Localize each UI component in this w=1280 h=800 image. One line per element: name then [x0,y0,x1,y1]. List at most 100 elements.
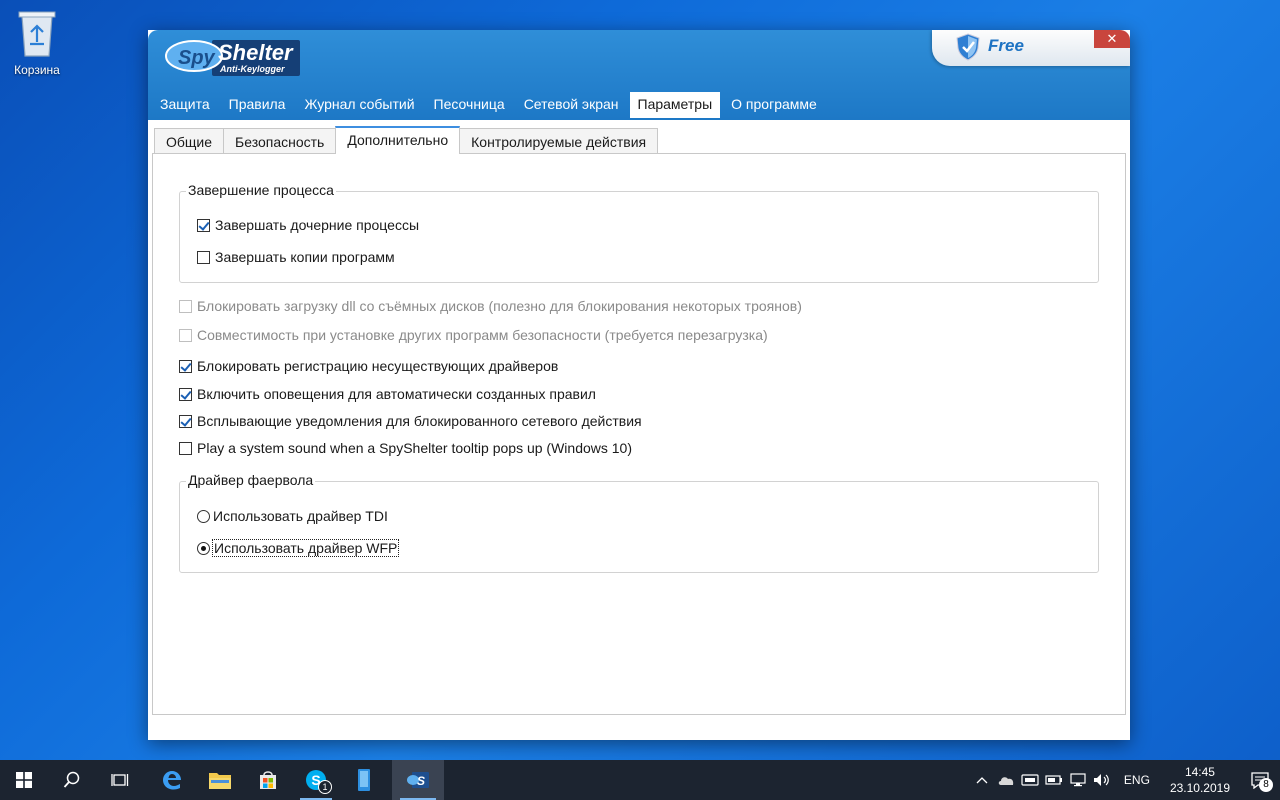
clock-time: 14:45 [1184,765,1215,779]
taskbar: S 1 S ENG 14:45 23.10.2019 8 [0,760,1280,800]
notification-count-badge: 8 [1259,778,1273,792]
svg-text:Shelter: Shelter [218,40,294,65]
taskbar-edge[interactable] [148,760,196,800]
block-nonexistent-drivers-checkbox[interactable] [179,359,192,373]
spyshelter-window: Spy Shelter Anti-Keylogger Free ✕ Защита… [148,30,1130,740]
status-strip [148,718,1130,740]
security-compat-checkbox [179,328,192,342]
clock[interactable]: 14:45 23.10.2019 [1160,764,1240,796]
tooltip-sound-label: Play a system sound when a SpyShelter to… [197,440,633,456]
tray-app[interactable] [1018,760,1042,800]
terminate-program-copies-label: Завершать копии программ [215,249,395,265]
edition-label: Free [988,36,1024,55]
tab-advanced[interactable]: Дополнительно [335,126,461,154]
store-icon [260,771,276,789]
taskbar-store[interactable] [244,760,292,800]
menu-about[interactable]: О программе [723,92,825,118]
firewall-driver-title: Драйвер фаервола [186,472,316,488]
tray-onedrive[interactable] [994,760,1018,800]
edge-icon [163,771,181,790]
block-dll-removable-option: Блокировать загрузку dll со съёмных диск… [179,298,802,314]
auto-rule-alerts-label: Включить оповещения для автоматически со… [197,386,596,402]
block-nonexistent-drivers-option[interactable]: Блокировать регистрацию несуществующих д… [179,358,558,374]
taskbar-spyshelter[interactable]: S [392,760,444,800]
window-header[interactable]: Spy Shelter Anti-Keylogger Free ✕ Защита… [148,30,1130,120]
shield-icon [956,33,980,61]
taskbar-phone-app[interactable] [340,760,388,800]
close-button[interactable]: ✕ [1094,30,1130,48]
tray-network[interactable] [1066,760,1090,800]
terminate-program-copies-option[interactable]: Завершать копии программ [197,249,395,265]
network-icon [1070,773,1086,787]
cloud-icon [998,777,1014,785]
tdi-driver-option[interactable]: Использовать драйвер TDI [197,508,388,524]
windows-icon [16,772,32,788]
tray-app-icon [1021,774,1039,786]
battery-icon [1045,775,1062,785]
wfp-driver-option[interactable]: Использовать драйвер WFP [197,539,400,557]
system-tray: ENG 14:45 23.10.2019 8 [970,760,1280,800]
spyshelter-taskbar-icon: S [407,772,429,788]
terminate-program-copies-checkbox[interactable] [197,250,210,264]
terminate-child-processes-checkbox[interactable] [197,218,210,232]
start-button[interactable] [0,760,48,800]
menu-rules[interactable]: Правила [221,92,294,118]
clock-date: 23.10.2019 [1169,781,1230,795]
security-compat-option: Совместимость при установке других прогр… [179,327,768,343]
action-center-button[interactable]: 8 [1240,760,1280,800]
settings-body: Общие Безопасность Дополнительно Контрол… [148,120,1130,740]
settings-tabs: Общие Безопасность Дополнительно Контрол… [154,126,659,154]
menu-settings[interactable]: Параметры [629,92,721,118]
svg-text:Anti-Keylogger: Anti-Keylogger [219,64,285,74]
recycle-bin-icon [18,11,56,57]
network-block-popups-label: Всплывающие уведомления для блокированно… [197,413,642,429]
svg-text:Spy: Spy [178,47,216,69]
phone-app-icon [358,769,370,791]
tab-security[interactable]: Безопасность [223,128,337,154]
process-termination-title: Завершение процесса [186,182,336,198]
wfp-driver-label: Использовать драйвер WFP [211,539,400,557]
recycle-bin-label: Корзина [14,63,60,77]
skype-badge: 1 [318,780,332,794]
security-compat-label: Совместимость при установке других прогр… [197,327,768,343]
chevron-up-icon [976,777,988,784]
menu-event-log[interactable]: Журнал событий [296,92,422,118]
search-button[interactable] [48,760,96,800]
task-view-button[interactable] [96,760,144,800]
process-termination-group: Завершение процесса Завершать дочерние п… [179,182,1099,283]
auto-rule-alerts-checkbox[interactable] [179,387,192,401]
folder-icon [209,773,231,789]
advanced-panel: Завершение процесса Завершать дочерние п… [152,153,1126,715]
taskbar-skype[interactable]: S 1 [292,760,340,800]
spyshelter-logo: Spy Shelter Anti-Keylogger [165,40,300,76]
terminate-child-processes-option[interactable]: Завершать дочерние процессы [197,217,419,233]
tab-general[interactable]: Общие [154,128,225,154]
firewall-driver-group: Драйвер фаервола Использовать драйвер TD… [179,472,1099,573]
network-block-popups-option[interactable]: Всплывающие уведомления для блокированно… [179,413,642,429]
recycle-bin[interactable]: Корзина [6,6,68,77]
menu-firewall[interactable]: Сетевой экран [516,92,627,118]
volume-icon [1093,774,1109,786]
menu-protection[interactable]: Защита [152,92,218,118]
block-nonexistent-drivers-label: Блокировать регистрацию несуществующих д… [197,358,559,374]
block-dll-removable-checkbox [179,299,192,313]
wfp-driver-radio[interactable] [197,541,210,555]
search-icon [63,771,80,788]
network-block-popups-checkbox[interactable] [179,414,192,428]
svg-text:S: S [417,774,425,788]
tdi-driver-label: Использовать драйвер TDI [213,508,388,524]
tooltip-sound-option[interactable]: Play a system sound when a SpyShelter to… [179,440,632,456]
tab-controlled-actions[interactable]: Контролируемые действия [459,128,659,154]
menu-sandbox[interactable]: Песочница [426,92,513,118]
auto-rule-alerts-option[interactable]: Включить оповещения для автоматически со… [179,386,596,402]
terminate-child-processes-label: Завершать дочерние процессы [215,217,420,233]
tdi-driver-radio[interactable] [197,509,210,523]
tray-overflow[interactable] [970,760,994,800]
main-menu: Защита Правила Журнал событий Песочница … [152,92,828,118]
language-indicator[interactable]: ENG [1114,773,1160,787]
tray-battery[interactable] [1042,760,1066,800]
taskbar-explorer[interactable] [196,760,244,800]
tooltip-sound-checkbox[interactable] [179,441,192,455]
task-view-icon [111,774,129,786]
tray-volume[interactable] [1090,760,1114,800]
